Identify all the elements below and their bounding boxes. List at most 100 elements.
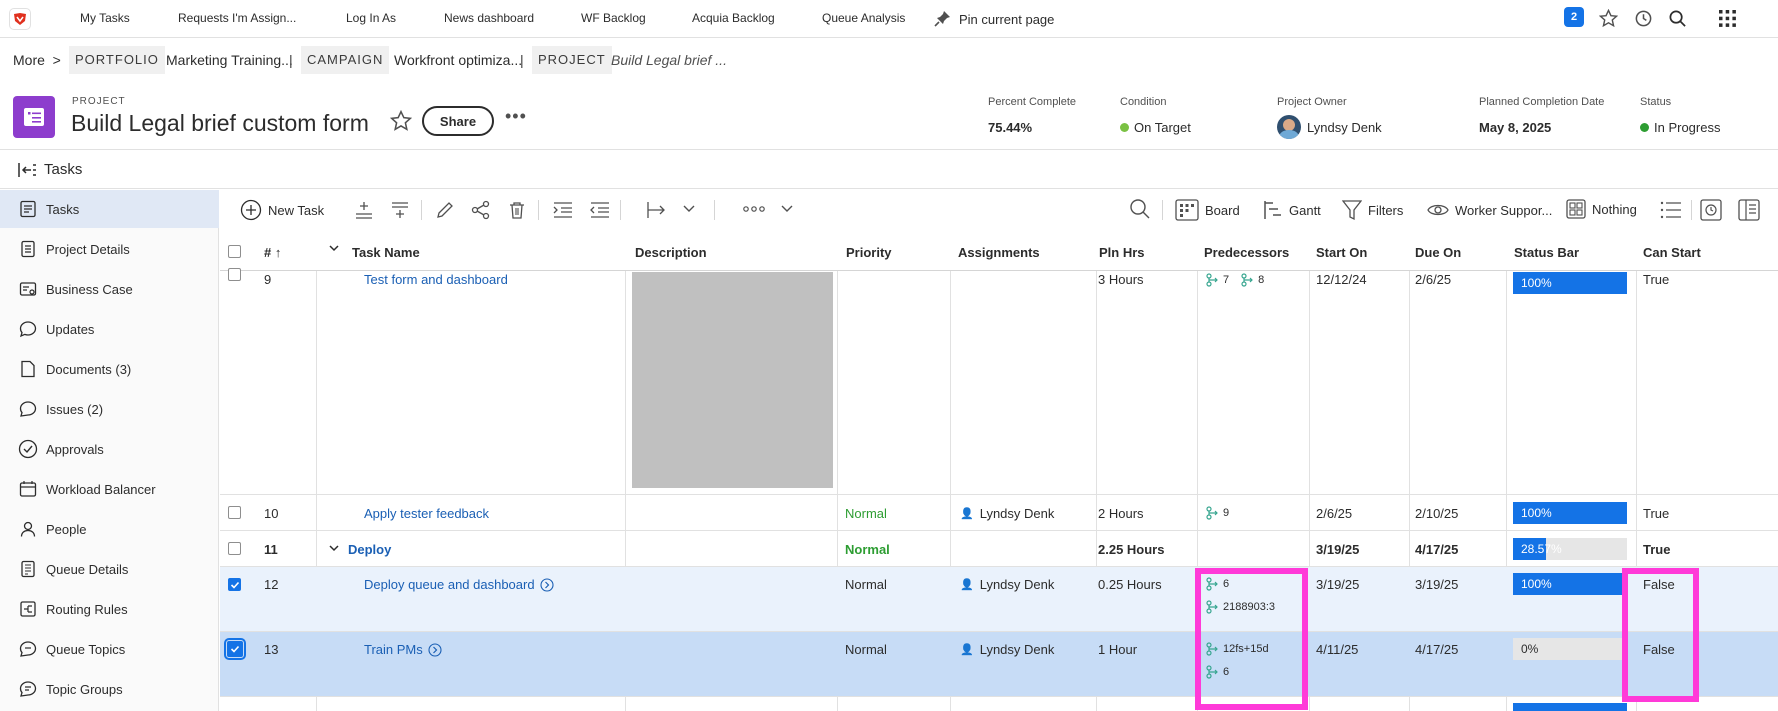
column-header-pln-hrs[interactable]: Pln Hrs [1099,245,1145,260]
priority-value[interactable]: Normal [845,577,887,592]
more-chevron-down-icon[interactable] [781,204,793,214]
table-row[interactable]: 10 Apply tester feedback Normal 👤 Lyndsy … [220,495,1778,531]
table-row[interactable]: 9 Test form and dashboard 3 Hours 7 8 12… [220,268,1778,495]
notifications-button[interactable]: 2 [1564,7,1584,27]
sidebar-item-project-details[interactable]: Project Details [0,230,219,268]
sidebar-item-documents[interactable]: Documents (3) [0,350,219,388]
column-header-description[interactable]: Description [635,245,707,260]
insert-above-icon[interactable] [354,200,374,220]
project-more-options[interactable]: ••• [505,106,527,127]
task-name-link[interactable]: Deploy [348,542,391,557]
predecessor-value[interactable]: 9 [1223,507,1229,519]
column-header-due-on[interactable]: Due On [1415,245,1461,260]
more-options-icon[interactable] [742,204,766,214]
priority-value[interactable]: Normal [845,542,890,557]
sidebar-item-issues[interactable]: Issues (2) [0,390,219,428]
new-task-button[interactable]: New Task [240,199,324,221]
gantt-view-button[interactable]: Gantt [1263,199,1321,221]
nav-acquia-backlog[interactable]: Acquia Backlog [692,11,775,25]
predecessor-value[interactable]: 7 [1223,274,1229,286]
sidebar-item-workload-balancer[interactable]: Workload Balancer [0,470,219,508]
column-header-status-bar[interactable]: Status Bar [1514,245,1579,260]
row-checkbox[interactable] [228,542,241,555]
assignment-value[interactable]: 👤 Lyndsy Denk [960,577,1054,592]
sidebar-item-approvals[interactable]: Approvals [0,430,219,468]
collapse-sidebar-icon[interactable] [17,162,37,181]
collapse-chevron-icon[interactable] [328,542,340,557]
row-checkbox[interactable] [228,506,241,519]
share-nodes-icon[interactable] [471,200,491,220]
indent-icon[interactable] [552,200,574,220]
grouping-selector-button[interactable]: Nothing [1566,199,1637,219]
move-chevron-down-icon[interactable] [683,204,695,214]
row-checkbox[interactable] [224,638,246,660]
task-name-link[interactable]: Train PMs [364,642,442,657]
project-owner-value[interactable]: Lyndsy Denk [1307,120,1382,135]
board-view-button[interactable]: Board [1175,199,1240,221]
nav-requests[interactable]: Requests I'm Assign... [178,11,296,25]
move-to-icon[interactable] [645,200,669,220]
column-header-predecessors[interactable]: Predecessors [1204,245,1289,260]
view-selector-button[interactable]: Worker Suppor... [1427,199,1552,221]
delete-trash-icon[interactable] [507,200,527,220]
row-checkbox[interactable] [228,268,241,281]
outdent-icon[interactable] [589,200,611,220]
edit-pencil-icon[interactable] [435,200,455,220]
favorites-star-icon[interactable] [1599,9,1618,28]
search-icon[interactable] [1668,9,1687,28]
favorite-star-icon[interactable] [389,109,413,135]
sidebar-item-business-case[interactable]: Business Case [0,270,219,308]
condition-value[interactable]: On Target [1134,120,1191,135]
due-date: 2/6/25 [1415,272,1452,287]
list-settings-icon[interactable] [1660,201,1682,219]
timeline-settings-icon[interactable] [1700,199,1722,221]
nav-my-tasks[interactable]: My Tasks [80,11,130,25]
column-header-number[interactable]: # ↑ [264,245,281,260]
filters-button[interactable]: Filters [1342,199,1403,221]
task-name-link[interactable]: Apply tester feedback [364,506,489,521]
nav-log-in-as[interactable]: Log In As [346,11,396,25]
breadcrumb-portfolio-link[interactable]: Marketing Training... [166,46,293,74]
priority-value[interactable]: Normal [845,642,887,657]
sidebar-item-tasks[interactable]: Tasks [0,190,219,228]
table-row[interactable]: 12 Deploy queue and dashboard Normal 👤 Ly… [220,567,1778,632]
row-checkbox[interactable] [228,578,241,591]
table-row[interactable] [220,697,1778,711]
sidebar-item-people[interactable]: People [0,510,219,548]
column-header-priority[interactable]: Priority [846,245,892,260]
breadcrumb-campaign-link[interactable]: Workfront optimiza... [394,46,522,74]
assignment-value[interactable]: 👤 Lyndsy Denk [960,506,1054,521]
pin-current-page[interactable]: Pin current page [934,9,1054,30]
task-name-link[interactable]: Deploy queue and dashboard [364,577,554,592]
nav-queue-analysis[interactable]: Queue Analysis [822,11,905,25]
workfront-logo[interactable] [0,0,40,38]
sidebar-item-routing-rules[interactable]: Routing Rules [0,590,219,628]
recents-icon[interactable] [1634,9,1653,28]
predecessor-value[interactable]: 8 [1258,274,1264,286]
sidebar-item-updates[interactable]: Updates [0,310,219,348]
sidebar-item-queue-details[interactable]: Queue Details [0,550,219,588]
nav-news-dashboard[interactable]: News dashboard [444,11,534,25]
insert-below-icon[interactable] [390,200,410,220]
breadcrumb-more[interactable]: More > [13,46,61,74]
status-value[interactable]: In Progress [1654,120,1720,135]
table-row[interactable]: 11 Deploy Normal 2.25 Hours 3/19/25 4/17… [220,531,1778,567]
task-name-link[interactable]: Test form and dashboard [364,272,508,287]
assignment-value[interactable]: 👤 Lyndsy Denk [960,642,1054,657]
priority-value[interactable]: Normal [845,506,887,521]
share-button[interactable]: Share [422,106,494,136]
column-header-can-start[interactable]: Can Start [1643,245,1701,260]
grid-search-icon[interactable] [1129,198,1151,220]
table-row[interactable]: 13 Train PMs Normal 👤 Lyndsy Denk 1 Hour … [220,632,1778,697]
column-header-start-on[interactable]: Start On [1316,245,1367,260]
app-launcher-icon[interactable] [1719,10,1736,27]
nav-wf-backlog[interactable]: WF Backlog [581,11,646,25]
panel-toggle-icon[interactable] [1738,199,1760,221]
sidebar-item-queue-topics[interactable]: Queue Topics [0,630,219,668]
column-header-assignments[interactable]: Assignments [958,245,1040,260]
project-title[interactable]: Build Legal brief custom form [71,110,369,137]
column-header-task-name[interactable]: Task Name [352,245,420,260]
select-all-checkbox[interactable] [228,245,241,258]
sidebar-item-topic-groups[interactable]: Topic Groups [0,670,219,708]
collapse-all-chevron-icon[interactable] [328,242,340,257]
